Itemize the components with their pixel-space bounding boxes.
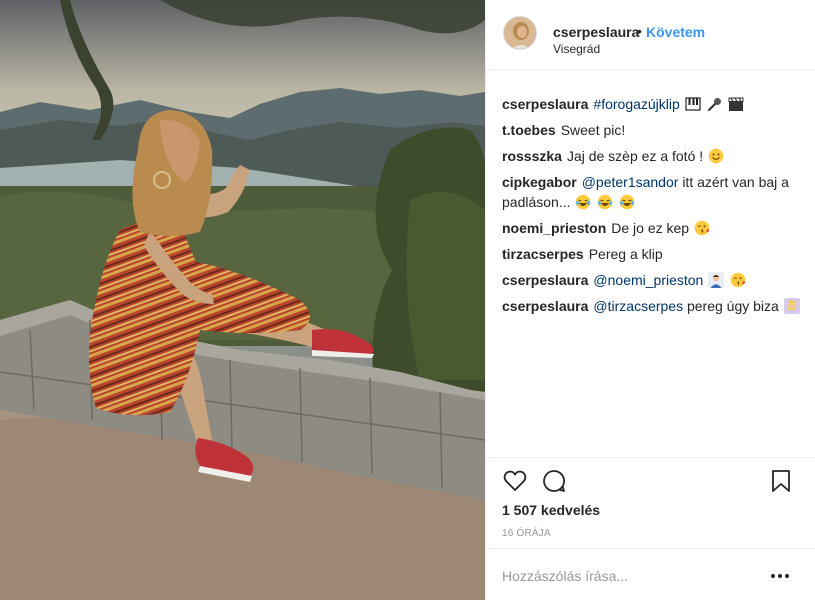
action-bar (486, 457, 815, 505)
comment-item: tirzacserpes Pereg a klip (502, 244, 802, 264)
post-header: cserpeslaura • Követem Visegrád (486, 0, 815, 70)
location-link[interactable]: Visegrád (553, 42, 600, 56)
comment-username[interactable]: rossszka (502, 148, 562, 164)
smiling-face-emoji (708, 148, 724, 164)
comment-username[interactable]: cipkegabor (502, 174, 577, 190)
more-dots-icon[interactable] (768, 565, 792, 587)
comment-item: cserpeslaura @tirzacserpes pereg úgy biza (502, 296, 802, 316)
post-username[interactable]: cserpeslaura (553, 24, 639, 40)
kissing-face-emoji (694, 220, 710, 236)
like-count[interactable]: 1 507 kedvelés (502, 502, 600, 518)
person-emoji (708, 272, 725, 288)
crying-laughing-emoji (575, 194, 591, 210)
comment-username[interactable]: tirzacserpes (502, 246, 584, 262)
crying-laughing-emoji (597, 194, 613, 210)
comment-item: rossszka Jaj de szèp ez a fotó ! (502, 146, 802, 166)
photo-scene (0, 0, 485, 600)
comment-item: cserpeslaura @noemi_prieston (502, 270, 802, 290)
microphone-emoji (707, 96, 723, 112)
post-side-panel: cserpeslaura • Követem Visegrád cserpesl… (485, 0, 815, 600)
comment-text: Sweet pic! (560, 122, 626, 138)
comment-item: cserpeslaura #forogazújklip (502, 94, 802, 114)
header-separator: • (637, 23, 642, 39)
post-photo[interactable] (0, 0, 485, 600)
heart-icon[interactable] (502, 468, 528, 494)
comment-username[interactable]: noemi_prieston (502, 220, 606, 236)
comment-text: pereg úgy biza (686, 298, 779, 314)
user-mention-link[interactable]: @peter1sandor (582, 174, 679, 190)
comments-list: cserpeslaura #forogazújklip t.toebes Sweet… (502, 94, 802, 322)
comment-item: cipkegabor @peter1sandor itt azért van ba… (502, 172, 802, 212)
user-mention-link[interactable]: @noemi_prieston (593, 272, 703, 288)
post-timestamp[interactable]: 16 ÓRÁJA (502, 528, 551, 539)
comment-bubble-icon[interactable] (541, 468, 567, 494)
clapperboard-emoji (728, 96, 744, 112)
hashtag-link[interactable]: #forogazújklip (593, 96, 679, 112)
comment-item: noemi_prieston De jo ez kep (502, 218, 802, 238)
avatar[interactable] (503, 16, 537, 50)
comment-text: Pereg a klip (588, 246, 663, 262)
add-comment-box (486, 548, 815, 600)
crying-laughing-emoji (619, 194, 635, 210)
piano-emoji (685, 96, 701, 112)
comment-item: t.toebes Sweet pic! (502, 120, 802, 140)
user-mention-link[interactable]: @tirzacserpes (593, 298, 683, 314)
princess-emoji (783, 298, 800, 314)
avatar-image (504, 17, 536, 49)
comment-text: De jo ez kep (611, 220, 690, 236)
comment-input[interactable] (502, 566, 762, 586)
comment-username[interactable]: t.toebes (502, 122, 556, 138)
comment-text: Jaj de szèp ez a fotó ! (566, 148, 704, 164)
kissing-face-emoji (730, 272, 746, 288)
bookmark-icon[interactable] (768, 468, 794, 494)
comment-username[interactable]: cserpeslaura (502, 96, 588, 112)
comment-username[interactable]: cserpeslaura (502, 298, 588, 314)
comment-username[interactable]: cserpeslaura (502, 272, 588, 288)
follow-button[interactable]: Követem (646, 24, 705, 40)
